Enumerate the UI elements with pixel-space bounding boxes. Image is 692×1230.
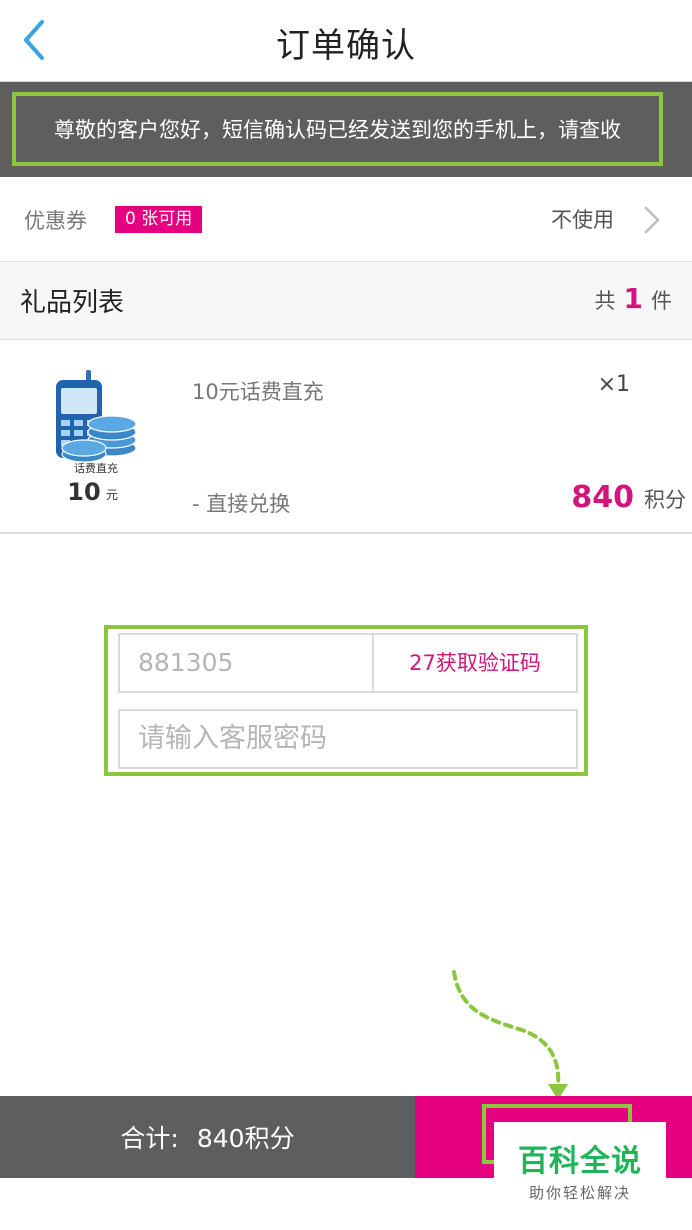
coupon-label: 优惠券	[24, 209, 87, 233]
gift-list-title: 礼品列表	[20, 288, 125, 318]
coupon-count-badge: 0 张可用	[115, 206, 203, 233]
gift-count: 共 1 件	[595, 282, 672, 315]
app-header: 订单确认	[0, 0, 692, 82]
notice-highlight: 尊敬的客户您好，短信确认码已经发送到您的手机上，请查收	[12, 92, 663, 166]
image-amount: 10	[67, 478, 100, 506]
gift-count-prefix: 共	[594, 289, 616, 313]
watermark-subtitle: 助你轻松解决	[528, 1184, 631, 1202]
sms-notice-bar: 尊敬的客户您好，短信确认码已经发送到您的手机上，请查收	[0, 82, 692, 177]
gift-count-suffix: 件	[651, 289, 672, 313]
notice-text: 尊敬的客户您好，短信确认码已经发送到您的手机上，请查收	[54, 118, 621, 142]
item-price: 840 积分	[571, 480, 686, 515]
gift-item: 话费直充 10 元 10元话费直充 ×1 - 直接兑换 840 积分	[0, 340, 692, 534]
total-label: 合计:	[120, 1124, 179, 1153]
total-value: 840积分	[196, 1124, 295, 1153]
watermark-logo: 百科全说 助你轻松解决	[494, 1122, 666, 1206]
item-quantity: ×1	[597, 372, 630, 397]
coupon-row[interactable]: 优惠券 0 张可用 不使用	[0, 178, 692, 262]
image-unit: 元	[106, 488, 118, 502]
service-password-input[interactable]: 请输入客服密码	[118, 709, 578, 769]
get-code-button[interactable]: 27获取验证码	[372, 633, 578, 693]
item-price-value: 840	[571, 480, 634, 515]
dashed-arrow-annotation	[452, 970, 568, 1100]
coupon-status: 不使用	[551, 208, 614, 232]
page-title: 订单确认	[276, 26, 416, 66]
gift-list-header: 礼品列表 共 1 件	[0, 262, 692, 340]
gift-count-value: 1	[623, 282, 643, 315]
watermark-title: 百科全说	[518, 1144, 642, 1179]
verification-form: 881305 27获取验证码 请输入客服密码	[104, 625, 588, 776]
item-price-unit: 积分	[644, 488, 686, 512]
verification-code-input[interactable]: 881305	[118, 633, 372, 693]
item-name: 10元话费直充	[192, 380, 324, 404]
phone-credit-icon: 话费直充 10 元	[56, 370, 137, 506]
order-total: 合计: 840积分	[0, 1096, 415, 1178]
chevron-right-icon	[644, 206, 660, 234]
image-caption: 话费直充	[74, 461, 118, 475]
item-redeem-method: - 直接兑换	[192, 492, 291, 516]
